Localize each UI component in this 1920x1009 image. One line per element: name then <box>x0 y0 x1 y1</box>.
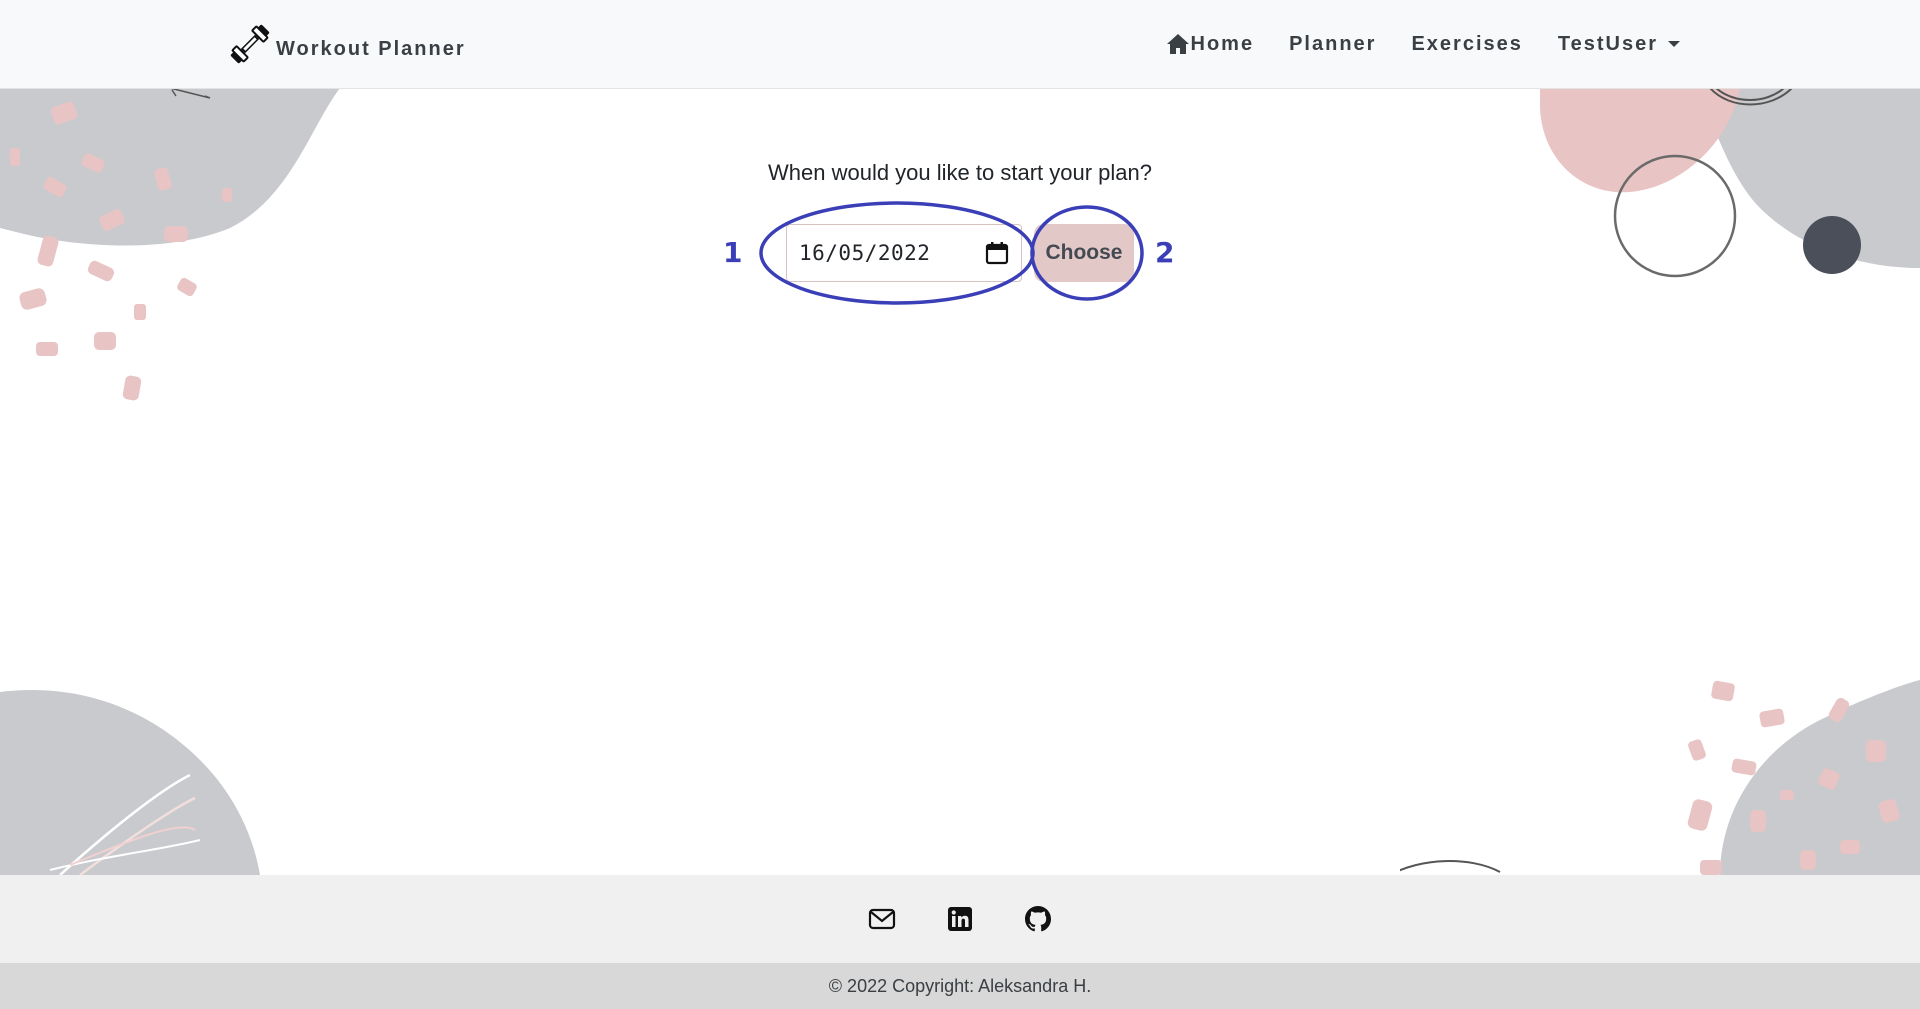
envelope-icon <box>868 908 896 930</box>
home-icon <box>1166 34 1189 54</box>
annotation-marker-2: 2 <box>1155 236 1175 269</box>
copyright-text: © 2022 Copyright: Aleksandra H. <box>0 963 1920 1009</box>
github-link[interactable] <box>1023 904 1053 934</box>
decoration-top-left <box>0 88 340 401</box>
decoration-bottom-left <box>0 689 260 875</box>
nav-home-label: Home <box>1190 32 1255 55</box>
brand-title: Workout Planner <box>276 37 466 60</box>
dumbbell-icon <box>230 24 270 64</box>
email-link[interactable] <box>867 904 897 934</box>
brand-link[interactable]: Workout Planner <box>228 22 466 66</box>
start-date-question: When would you like to start your plan? <box>768 160 1152 185</box>
nav-links: Home Planner Exercises TestUser <box>1166 24 1680 64</box>
footer <box>0 875 1920 963</box>
start-date-input[interactable]: 16/05/2022 <box>786 224 1022 282</box>
annotation-overlay <box>759 201 1144 305</box>
nav-exercises-link[interactable]: Exercises <box>1411 33 1522 56</box>
decoration-bottom-right <box>1400 680 1920 875</box>
user-dropdown-label: TestUser <box>1557 32 1658 55</box>
github-icon <box>1025 906 1051 932</box>
user-dropdown-toggle[interactable]: TestUser <box>1558 33 1680 56</box>
nav-planner-link[interactable]: Planner <box>1289 33 1376 56</box>
nav-home-link[interactable]: Home <box>1166 33 1255 56</box>
decoration-top-right <box>1540 88 1920 278</box>
annotation-marker-1: 1 <box>723 236 743 269</box>
start-date-value: 16/05/2022 <box>799 241 931 265</box>
choose-button[interactable]: Choose <box>1034 224 1134 282</box>
linkedin-link[interactable] <box>945 904 975 934</box>
navbar: Workout Planner Home Planner Exercises T… <box>0 0 1920 89</box>
calendar-icon[interactable] <box>985 241 1009 265</box>
caret-down-icon <box>1668 41 1680 47</box>
linkedin-icon <box>948 907 972 931</box>
